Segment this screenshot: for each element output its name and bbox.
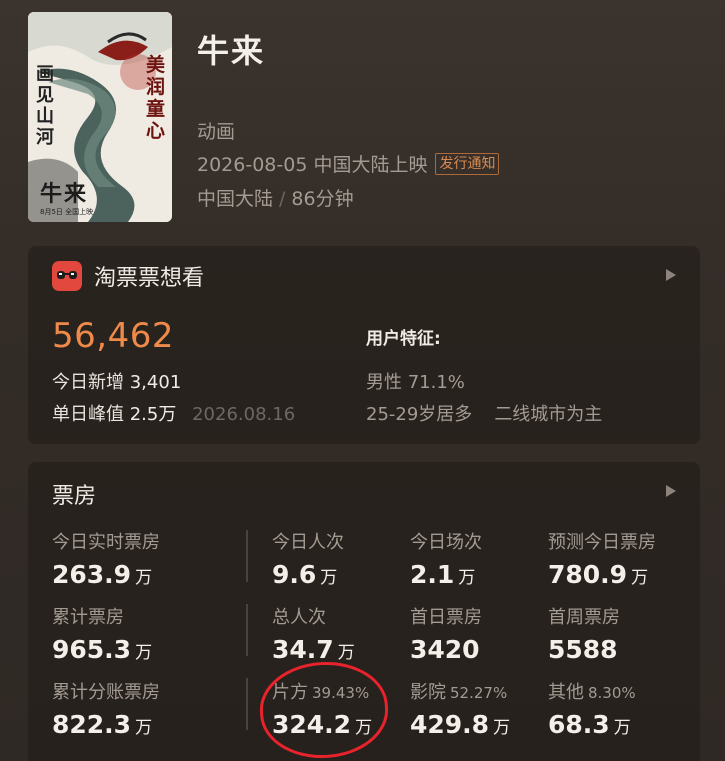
stat-value: 34.7 万 [272,635,355,664]
wish-count: 56,462 [52,316,174,356]
wish-header: 淘票票想看 [52,260,204,292]
movie-release: 2026-08-05 中国大陆上映 发行通知 [197,150,500,177]
poster-date-line: 8月5日 全国上映 [40,208,94,216]
user-age-city: 25-29岁居多 二线城市为主 [366,400,602,426]
column-divider [246,530,248,582]
stat-total-admissions: 总人次 34.7 万 [272,603,355,664]
wish-peak-date: 2026.08.16 [192,404,296,425]
stat-label: 今日人次 [272,532,344,553]
stat-value: 429.8 万 [410,710,511,739]
movie-origin: 中国大陆/86分钟 [197,184,354,211]
release-notice-tag[interactable]: 发行通知 [435,152,500,175]
origin-text: 中国大陆 [197,188,274,210]
user-city: 二线城市为主 [494,404,603,425]
stat-first-day-box: 首日票房 3420 [410,603,484,664]
stat-label: 首日票房 [410,607,482,628]
stat-label: 总人次 [272,607,326,628]
wish-card[interactable]: 淘票票想看 56,462 今日新增 3,401 单日峰值 2.5万 2026.0… [28,246,700,444]
stat-label: 影院 52.27% [410,682,508,703]
stat-label: 首周票房 [548,607,620,628]
stat-cumulative-box: 累计票房 965.3 万 [52,603,152,664]
wish-peak-row: 单日峰值 2.5万 2026.08.16 [52,400,295,426]
column-divider [246,678,248,730]
taopiaopiao-logo-icon [52,261,82,291]
user-age: 25-29岁居多 [366,404,473,425]
stat-value: 3420 [410,635,480,664]
stat-value: 263.9 万 [52,560,153,589]
stat-label: 累计分账票房 [52,682,160,703]
stat-value: 780.9 万 [548,560,649,589]
movie-title: 牛来 [197,32,266,70]
stat-value: 965.3 万 [52,635,153,664]
box-office-card[interactable]: 票房 今日实时票房 263.9 万 今日人次 9.6 万 今日场次 2.1 万 预测今… [28,462,700,761]
box-office-arrow-icon[interactable] [666,485,676,497]
poster-text-left: 画见山河 [36,64,54,148]
origin-separator: / [279,188,286,210]
stat-label: 其他 8.30% [548,682,636,703]
stat-value: 822.3 万 [52,710,153,739]
stat-label: 今日实时票房 [52,532,160,553]
stat-other-share: 其他 8.30% 68.3 万 [548,678,636,739]
stat-realtime-box: 今日实时票房 263.9 万 [52,528,160,589]
stat-today-screenings: 今日场次 2.1 万 [410,528,482,589]
stat-value: 9.6 万 [272,560,338,589]
duration-text: 86分钟 [291,188,354,210]
red-circle-annotation [257,658,391,761]
wish-arrow-icon[interactable] [666,269,676,281]
movie-poster[interactable]: 美润童心 画见山河 牛来 8月5日 全国上映 [28,12,172,222]
stat-value: 5588 [548,635,618,664]
stat-value: 68.3 万 [548,710,631,739]
movie-genre: 动画 [197,121,236,143]
column-divider [246,604,248,656]
stat-today-admissions: 今日人次 9.6 万 [272,528,344,589]
wish-peak-value: 2.5万 [129,404,177,425]
stat-label: 今日场次 [410,532,482,553]
poster-text-right: 美润童心 [146,54,166,142]
wish-today-value: 3,401 [129,372,182,393]
stat-label: 累计票房 [52,607,124,628]
stat-label: 预测今日票房 [548,532,656,553]
wish-peak-label: 单日峰值 [52,404,124,425]
poster-text-bottom: 牛来 [40,181,89,207]
wish-today-label: 今日新增 [52,372,124,393]
stat-forecast-today: 预测今日票房 780.9 万 [548,528,656,589]
stat-cinema-share: 影院 52.27% 429.8 万 [410,678,510,739]
wish-today-row: 今日新增 3,401 [52,368,181,394]
user-gender: 男性 71.1% [366,372,465,393]
stat-cumulative-split-box: 累计分账票房 822.3 万 [52,678,160,739]
release-date-text: 2026-08-05 中国大陆上映 [197,154,428,176]
user-feature-title: 用户特征: [366,329,441,349]
stat-value: 2.1 万 [410,560,476,589]
box-office-title: 票房 [52,484,97,509]
stat-first-week-box: 首周票房 5588 [548,603,622,664]
wish-title: 淘票票想看 [94,266,205,291]
